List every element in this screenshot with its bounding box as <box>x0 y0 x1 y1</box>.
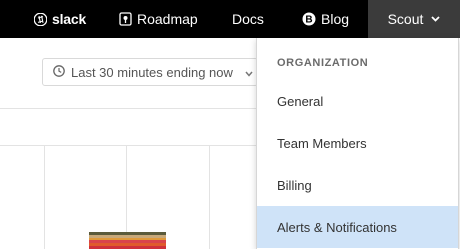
nav-slack-link[interactable]: slack <box>34 0 86 38</box>
menu-item-label: Alerts & Notifications <box>277 219 397 235</box>
menu-item-label: Team Members <box>277 135 367 151</box>
chevron-down-icon <box>431 16 441 22</box>
chart-gridline <box>209 145 210 249</box>
time-range-label: Last 30 minutes ending now <box>71 64 233 80</box>
slack-logo-icon <box>34 12 47 26</box>
chart-gridline <box>44 145 45 249</box>
chart-top-border <box>0 145 256 146</box>
menu-item-billing[interactable]: Billing <box>257 164 458 206</box>
nav-roadmap-link[interactable]: Roadmap <box>119 0 198 38</box>
chevron-down-icon <box>245 65 253 80</box>
slack-label: slack <box>52 11 87 27</box>
map-pin-icon <box>119 12 132 26</box>
top-navigation-bar: slack Roadmap Docs B Blog Scout <box>0 0 460 38</box>
account-label: Scout <box>387 11 424 27</box>
svg-text:B: B <box>305 15 312 26</box>
account-dropdown-menu: ORGANIZATION General Team Members Billin… <box>256 38 459 249</box>
blog-label: Blog <box>321 11 350 27</box>
menu-item-general[interactable]: General <box>257 80 458 122</box>
nav-docs-link[interactable]: Docs <box>232 0 264 38</box>
stacked-bar <box>89 232 166 249</box>
roadmap-label: Roadmap <box>137 11 198 27</box>
dropdown-section-header: ORGANIZATION <box>277 57 369 69</box>
menu-item-label: General <box>277 93 324 109</box>
menu-item-label: Billing <box>277 177 312 193</box>
nav-blog-link[interactable]: B Blog <box>302 0 349 38</box>
account-menu-button[interactable]: Scout <box>368 0 460 38</box>
clock-icon <box>53 64 65 80</box>
blog-b-icon: B <box>302 12 316 26</box>
menu-item-alerts-notifications[interactable]: Alerts & Notifications <box>257 206 458 248</box>
menu-item-team-members[interactable]: Team Members <box>257 122 458 164</box>
time-range-selector[interactable]: Last 30 minutes ending now <box>42 58 258 86</box>
docs-label: Docs <box>232 11 264 27</box>
header-divider <box>0 108 256 109</box>
